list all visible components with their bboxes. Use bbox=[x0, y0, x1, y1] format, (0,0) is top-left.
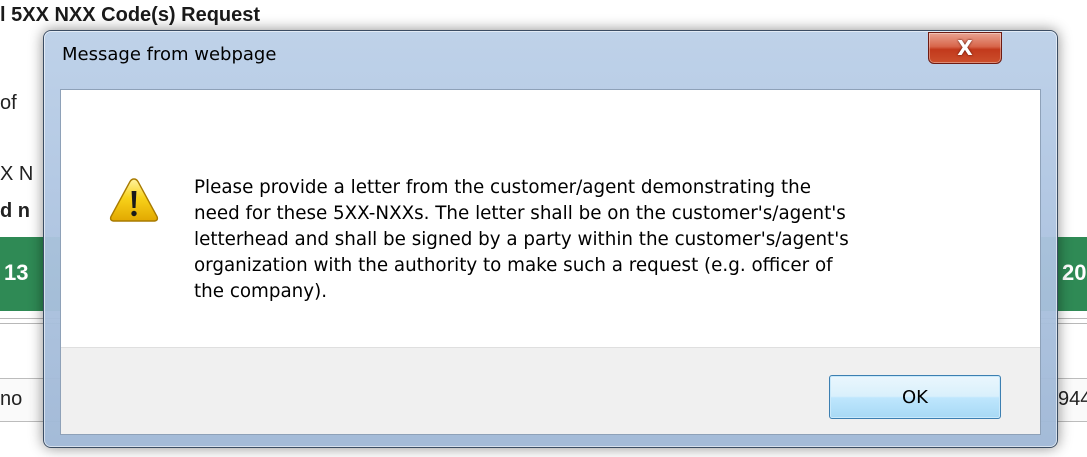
page-title: l 5XX NXX Code(s) Request bbox=[0, 4, 261, 26]
dialog-body: Please provide a letter from the custome… bbox=[60, 89, 1041, 435]
background-cell: 944 bbox=[1058, 388, 1087, 410]
close-icon: X bbox=[957, 36, 973, 60]
background-text-fragment: of bbox=[0, 92, 17, 114]
message-area: Please provide a letter from the custome… bbox=[61, 90, 1040, 347]
close-button[interactable]: X bbox=[928, 32, 1002, 64]
background-cell: no bbox=[0, 388, 23, 410]
background-text-fragment: d n bbox=[0, 200, 30, 222]
background-text-fragment: X N bbox=[0, 163, 34, 185]
message-dialog: Message from webpage X Please provide a … bbox=[43, 30, 1058, 448]
background-header-cell: 20 bbox=[1062, 260, 1087, 285]
message-text: Please provide a letter from the custome… bbox=[194, 177, 849, 302]
background-header-cell: 13 bbox=[4, 260, 29, 285]
ok-button[interactable]: OK bbox=[829, 375, 1001, 419]
warning-icon bbox=[109, 177, 159, 223]
button-bar: OK bbox=[61, 347, 1040, 434]
dialog-title: Message from webpage bbox=[62, 44, 277, 65]
